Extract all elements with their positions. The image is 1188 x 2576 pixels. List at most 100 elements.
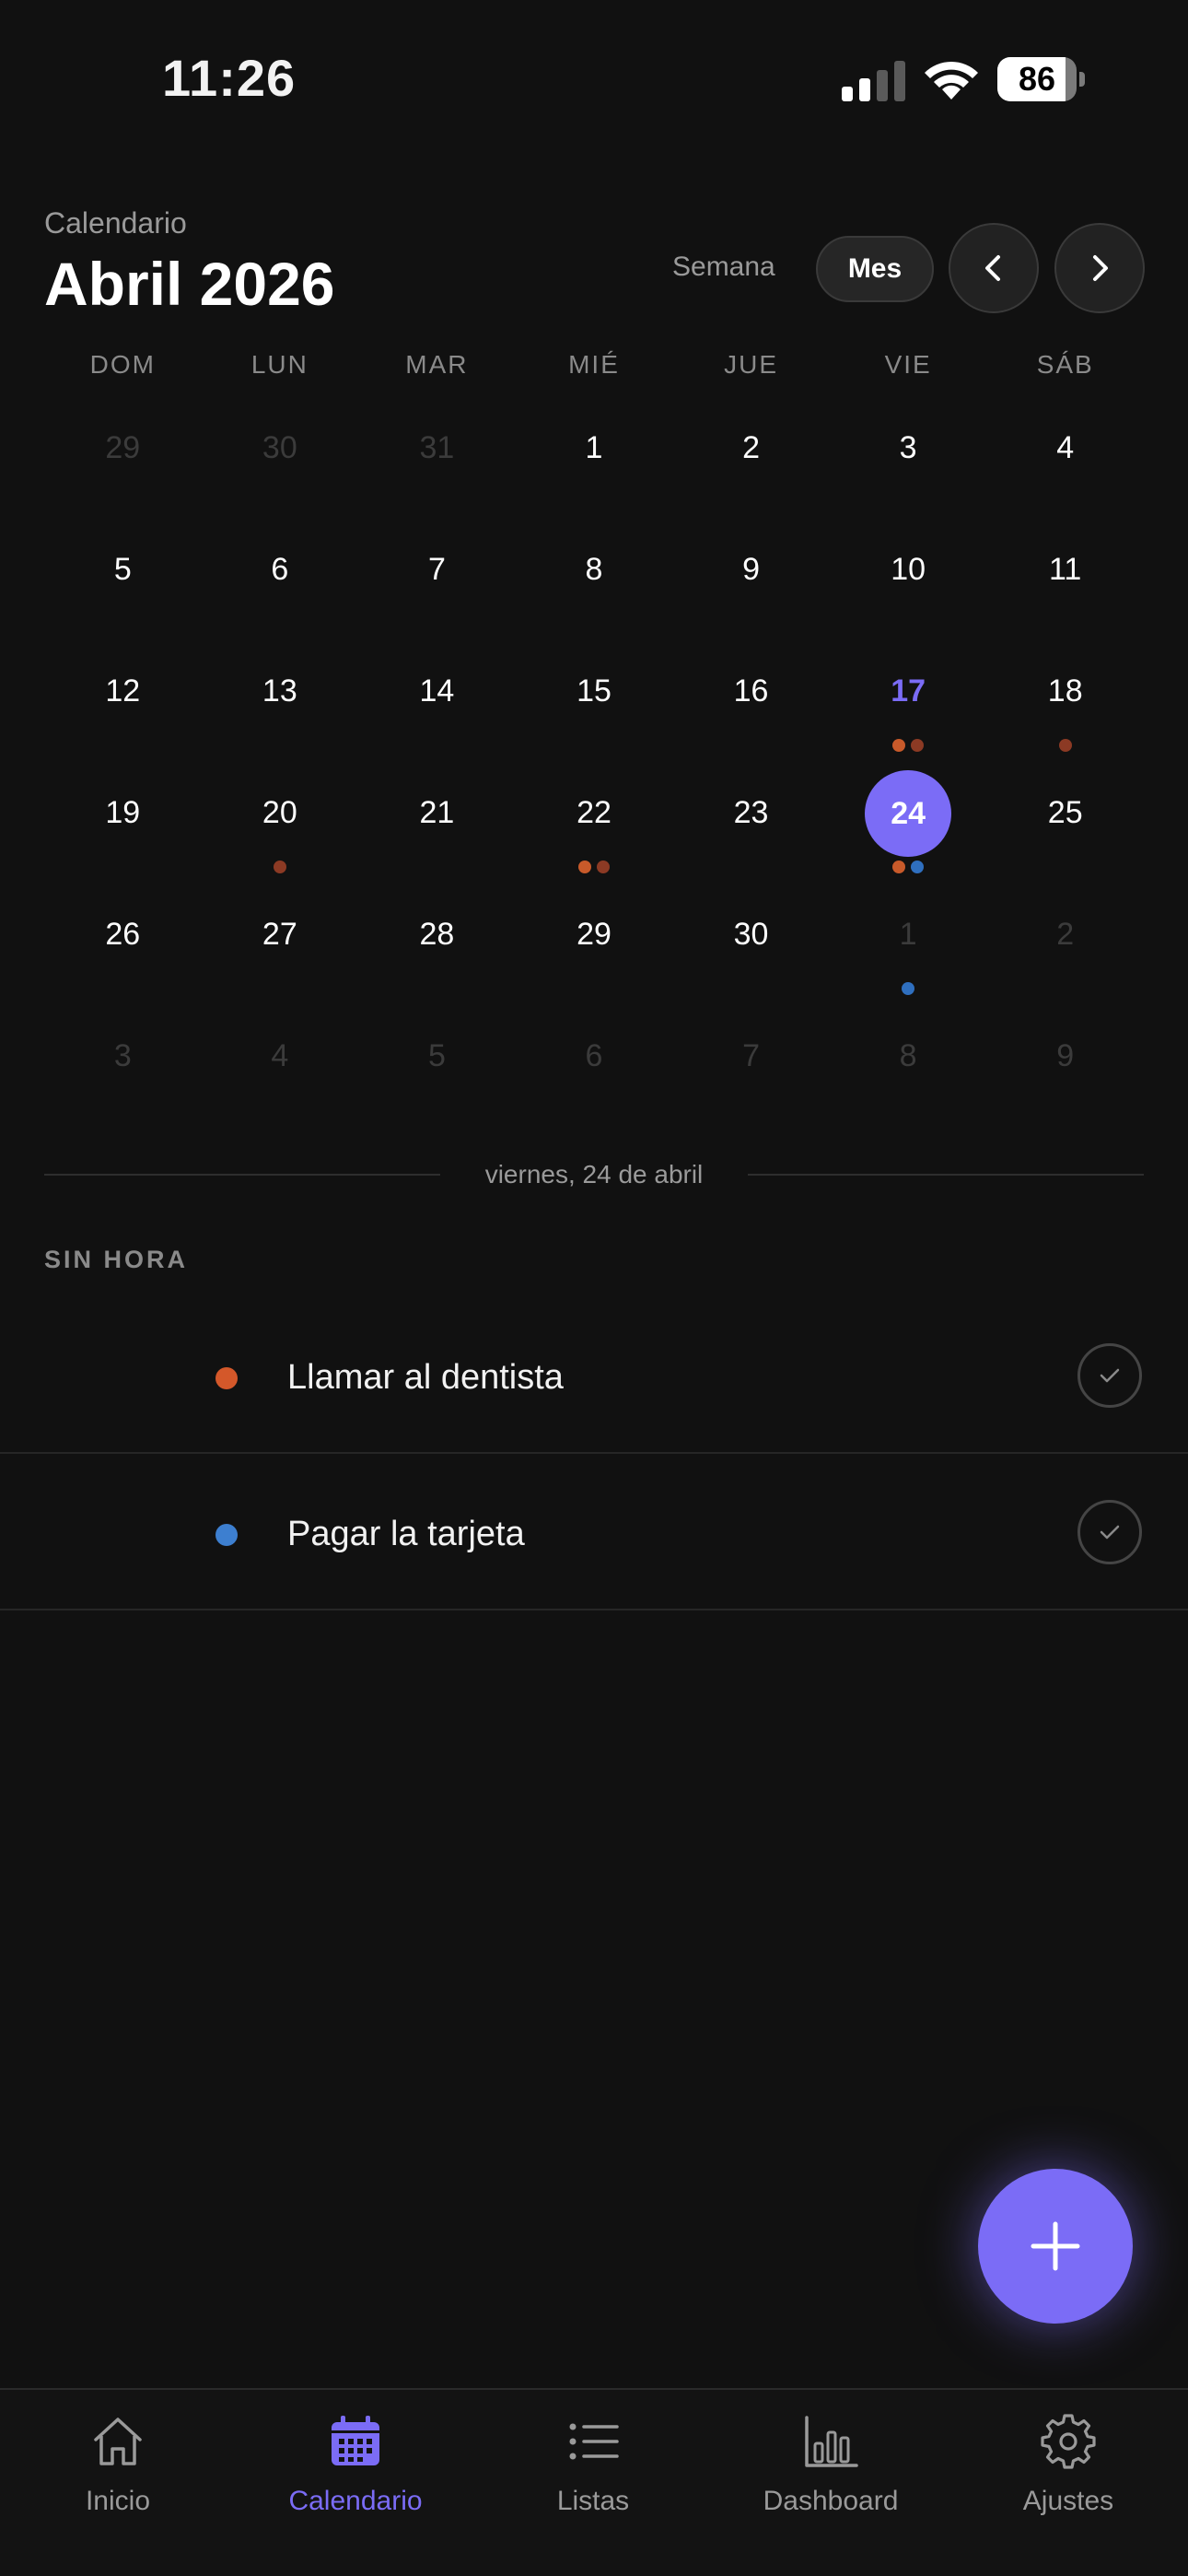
previous-month-button[interactable] [949, 223, 1039, 313]
weekday-label: MIÉ [568, 350, 620, 379]
calendar-day[interactable]: 8 [830, 1013, 986, 1135]
calendar-day[interactable]: 20 [202, 770, 358, 892]
calendar-day[interactable]: 14 [358, 649, 515, 770]
event-dot [597, 861, 610, 873]
calendar-day[interactable]: 3 [44, 1013, 201, 1135]
tab-label: Calendario [288, 2486, 423, 2516]
event-dots [830, 861, 986, 875]
check-icon [1100, 1525, 1120, 1540]
day-number: 18 [1047, 673, 1083, 708]
day-number: 26 [105, 917, 141, 952]
calendar-day[interactable]: 7 [673, 1013, 830, 1135]
calendar-day[interactable]: 15 [516, 649, 672, 770]
calendar-day-today[interactable]: 17 [830, 649, 986, 770]
task-title: Pagar la tarjeta [287, 1515, 525, 1553]
tab-listas[interactable]: Listas [483, 2390, 704, 2576]
add-event-button[interactable] [978, 2169, 1133, 2324]
tab-label: Inicio [85, 2486, 151, 2516]
task-row[interactable]: Llamar al dentista [0, 1299, 1188, 1454]
tab-calendario[interactable]: Calendario [245, 2390, 466, 2576]
calendar-day[interactable]: 21 [358, 770, 515, 892]
calendar-day[interactable]: 28 [358, 892, 515, 1013]
day-number: 8 [899, 1038, 917, 1073]
calendar-day[interactable]: 30 [673, 892, 830, 1013]
calendar-day[interactable]: 2 [987, 892, 1144, 1013]
day-number: 17 [891, 673, 926, 708]
tab-ajustes[interactable]: Ajustes [958, 2390, 1179, 2576]
view-week-button[interactable]: Semana [672, 247, 775, 287]
calendar-day[interactable]: 27 [202, 892, 358, 1013]
view-month-button[interactable]: Mes [816, 236, 934, 302]
calendar-day[interactable]: 1 [830, 892, 986, 1013]
task-complete-button[interactable] [1077, 1343, 1142, 1408]
event-dots [516, 861, 672, 875]
selected-day-divider: viernes, 24 de abril [44, 1156, 1144, 1193]
calendar-day[interactable]: 9 [987, 1013, 1144, 1135]
calendar-day[interactable]: 26 [44, 892, 201, 1013]
next-month-button[interactable] [1054, 223, 1145, 313]
battery-level: 86 [1018, 60, 1056, 98]
day-number: 23 [733, 795, 769, 830]
status-time: 11:26 [162, 49, 297, 107]
calendar-day[interactable]: 12 [44, 649, 201, 770]
calendar-day[interactable]: 2 [673, 405, 830, 527]
day-number: 22 [577, 795, 611, 830]
calendar-day-selected[interactable]: 24 [830, 770, 986, 892]
event-dots [987, 739, 1144, 754]
calendar-day[interactable]: 1 [516, 405, 672, 527]
calendar-day[interactable]: 4 [987, 405, 1144, 527]
calendar-day[interactable]: 22 [516, 770, 672, 892]
calendar-day[interactable]: 16 [673, 649, 830, 770]
calendar-day[interactable]: 7 [358, 527, 515, 649]
weekday-label: MAR [405, 350, 469, 379]
day-number: 9 [742, 552, 761, 587]
calendar-day[interactable]: 29 [516, 892, 672, 1013]
chevron-left-icon [985, 255, 1000, 281]
day-number: 29 [577, 917, 611, 952]
task-row[interactable]: Pagar la tarjeta [0, 1456, 1188, 1610]
tab-dashboard[interactable]: Dashboard [720, 2390, 941, 2576]
day-number: 21 [419, 795, 455, 830]
calendar-day[interactable]: 30 [202, 405, 358, 527]
tab-bar: Inicio Calendario Listas Dashboard Ajust… [0, 2388, 1188, 2576]
task-complete-button[interactable] [1077, 1500, 1142, 1564]
calendar-day[interactable]: 29 [44, 405, 201, 527]
tab-inicio[interactable]: Inicio [7, 2390, 228, 2576]
day-number: 3 [899, 430, 917, 465]
weekday-label: DOM [89, 350, 156, 379]
day-number: 16 [733, 673, 769, 708]
calendar-day[interactable]: 19 [44, 770, 201, 892]
calendar-day[interactable]: 10 [830, 527, 986, 649]
calendar-day[interactable]: 23 [673, 770, 830, 892]
calendar-icon [332, 2416, 379, 2465]
calendar-day[interactable]: 3 [830, 405, 986, 527]
calendar-day[interactable]: 18 [987, 649, 1144, 770]
calendar-day[interactable]: 5 [44, 527, 201, 649]
wifi-icon [925, 61, 978, 100]
calendar-day[interactable]: 31 [358, 405, 515, 527]
calendar-day[interactable]: 6 [516, 1013, 672, 1135]
calendar-day[interactable]: 13 [202, 649, 358, 770]
day-number: 10 [891, 552, 926, 587]
calendar-day[interactable]: 11 [987, 527, 1144, 649]
calendar-day[interactable]: 4 [202, 1013, 358, 1135]
task-color-dot [215, 1524, 238, 1546]
calendar-day[interactable]: 6 [202, 527, 358, 649]
calendar-day[interactable]: 8 [516, 527, 672, 649]
day-number: 7 [427, 552, 446, 587]
calendar-grid: 29 30 31 1 2 3 4 5 6 7 8 9 10 11 12 13 14 15 16 17 18 19 20 21 2… [44, 405, 1144, 1073]
list-icon [569, 2423, 619, 2460]
check-icon [1100, 1368, 1120, 1383]
calendar-day[interactable]: 25 [987, 770, 1144, 892]
day-number: 19 [105, 795, 141, 830]
status-bar: 11:26 86 [0, 0, 1188, 161]
calendar-day[interactable]: 5 [358, 1013, 515, 1135]
calendar-day[interactable]: 9 [673, 527, 830, 649]
tab-label: Listas [556, 2486, 630, 2516]
gear-icon [1041, 2414, 1096, 2469]
day-number: 1 [899, 917, 917, 952]
task-title: Llamar al dentista [287, 1358, 564, 1397]
day-number: 25 [1047, 795, 1083, 830]
day-number: 4 [271, 1038, 289, 1073]
day-number: 31 [419, 430, 455, 465]
